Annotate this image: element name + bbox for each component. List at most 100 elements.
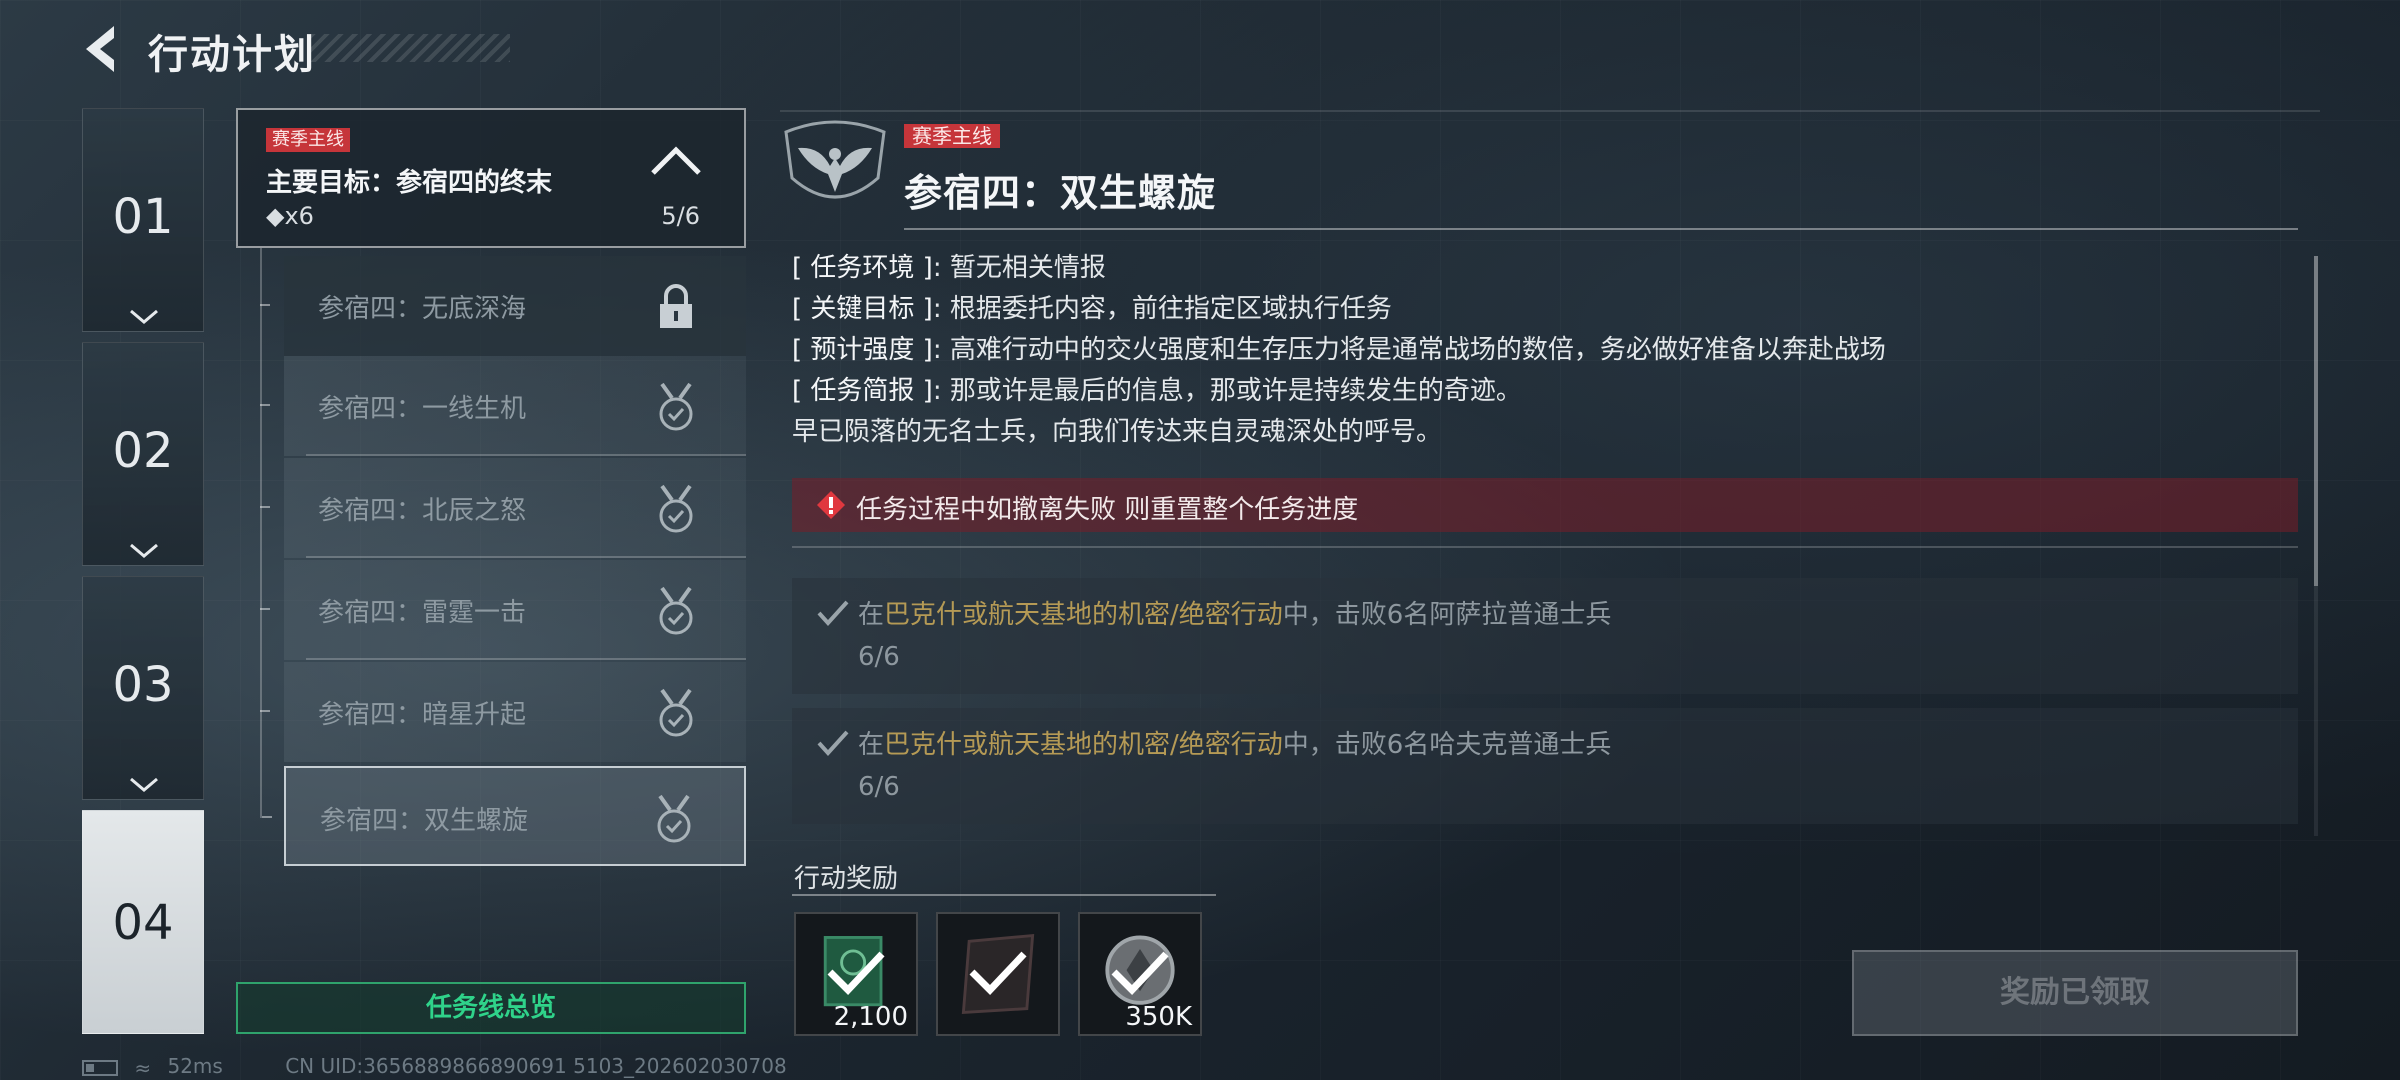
warning-text: 任务过程中如撤离失败 则重置整个任务进度 (856, 495, 1359, 525)
objective-highlight: 巴克什或航天基地的机密/绝密行动 (884, 600, 1283, 630)
chevron-down-icon (130, 777, 158, 792)
tree-node (260, 710, 270, 712)
objective-text: 在巴克什或航天基地的机密/绝密行动中，击败6名哈夫克普通士兵 (858, 724, 1611, 761)
divider (306, 658, 746, 660)
subquest-item[interactable]: 参宿四：无底深海 (260, 256, 746, 356)
main-quest-progress: 5/6 (661, 202, 700, 230)
info-key: [ 关键目标 ] (792, 294, 933, 324)
status-bar: ≈ 52ms CN UID:3656889866890691 5103_2026… (82, 1054, 787, 1080)
page-title: 行动计划 (148, 32, 316, 78)
objective-text: 在巴克什或航天基地的机密/绝密行动中，击败6名阿萨拉普通士兵 (858, 594, 1611, 631)
objective-suffix: 中，击败6名哈夫克普通士兵 (1282, 730, 1612, 760)
claimed-check-icon (1111, 951, 1169, 996)
completed-medal-icon (659, 688, 693, 737)
info-key: [ 预计强度 ] (792, 335, 933, 365)
objective-item: 在巴克什或航天基地的机密/绝密行动中，击败6名哈夫克普通士兵 6/6 (792, 708, 2298, 824)
main-quest-title: 主要目标：参宿四的终末 (266, 168, 553, 198)
back-button[interactable] (78, 22, 122, 76)
info-line: [ 任务环境 ]: 暂无相关情报 (792, 248, 1886, 289)
tree-node (260, 304, 270, 306)
reward-item[interactable]: 350K (1078, 912, 1202, 1036)
warning-banner: 任务过程中如撤离失败 则重置整个任务进度 (792, 478, 2298, 532)
info-value: : 那或许是最后的信息，那或许是持续发生的奇迹。 (932, 376, 1522, 406)
chapter-number: 02 (112, 423, 174, 479)
divider (792, 894, 1216, 896)
reward-quantity: 350K (1125, 1002, 1192, 1032)
subquest-item[interactable]: 参宿四：一线生机 (260, 356, 746, 456)
season-tag: 赛季主线 (266, 128, 350, 152)
subquest-label: 参宿四：双生螺旋 (320, 806, 529, 836)
battery-icon (82, 1059, 118, 1076)
quest-tree-line (260, 248, 262, 818)
subquest-label: 参宿四：一线生机 (318, 394, 527, 424)
divider (904, 228, 2298, 230)
objective-highlight: 巴克什或航天基地的机密/绝密行动 (884, 730, 1283, 760)
objective-progress: 6/6 (858, 642, 900, 672)
main-quest-count: ◆x6 (266, 202, 314, 230)
warning-icon (817, 491, 845, 519)
questline-overview-button[interactable]: 任务线总览 (236, 982, 746, 1034)
chevron-down-icon (130, 309, 158, 324)
chapter-tab-01[interactable]: 01 (82, 108, 204, 332)
tree-node (262, 816, 272, 818)
wifi-icon: ≈ (134, 1055, 152, 1080)
objective-prefix: 在 (858, 730, 885, 760)
subquest-item-selected[interactable]: 参宿四：双生螺旋 (262, 766, 746, 866)
subquest-label: 参宿四：北辰之怒 (318, 496, 527, 526)
reward-item[interactable] (936, 912, 1060, 1036)
divider (792, 546, 2298, 548)
checkmark-icon (817, 730, 849, 756)
chevron-down-icon (130, 543, 158, 558)
completed-medal-icon (659, 382, 693, 431)
subquest-label: 参宿四：暗星升起 (318, 700, 527, 730)
main-quest-card[interactable]: 赛季主线 主要目标：参宿四的终末 ◆x6 5/6 (236, 108, 746, 248)
tree-node (260, 506, 270, 508)
divider (306, 556, 746, 558)
info-value: : 暂无相关情报 (932, 253, 1106, 283)
chapter-number: 04 (112, 895, 174, 951)
chapter-tab-04[interactable]: 04 (82, 810, 204, 1034)
tree-node (260, 608, 270, 610)
info-line-extra: 早已陨落的无名士兵，向我们传达来自灵魂深处的呼号。 (792, 417, 1443, 447)
info-line: [ 任务简报 ]: 那或许是最后的信息，那或许是持续发生的奇迹。 (792, 371, 1886, 412)
claimed-check-icon (969, 951, 1027, 996)
info-key: [ 任务简报 ] (792, 376, 933, 406)
completed-medal-icon (657, 794, 691, 843)
subquest-label: 参宿四：无底深海 (318, 294, 527, 324)
info-value: : 高难行动中的交火强度和生存压力将是通常战场的数倍，务必做好准备以奔赴战场 (932, 335, 1886, 365)
info-key: [ 任务环境 ] (792, 253, 933, 283)
completed-medal-icon (659, 586, 693, 635)
scrollbar-thumb[interactable] (2314, 256, 2318, 586)
lock-icon (660, 284, 692, 328)
rewards-label: 行动奖励 (794, 864, 899, 894)
subquest-label: 参宿四：雷霆一击 (318, 598, 527, 628)
divider (306, 454, 746, 456)
season-tag: 赛季主线 (904, 124, 1000, 148)
objective-suffix: 中，击败6名阿萨拉普通士兵 (1282, 600, 1612, 630)
tree-node (260, 404, 270, 406)
info-line: [ 预计强度 ]: 高难行动中的交火强度和生存压力将是通常战场的数倍，务必做好准… (792, 330, 1886, 371)
uid-text: CN UID:3656889866890691 5103_20260203070… (285, 1054, 787, 1078)
title-decoration (310, 34, 510, 62)
completed-medal-icon (659, 484, 693, 533)
objective-item: 在巴克什或航天基地的机密/绝密行动中，击败6名阿萨拉普通士兵 6/6 (792, 578, 2298, 694)
objective-prefix: 在 (858, 600, 885, 630)
chapter-tab-03[interactable]: 03 (82, 576, 204, 800)
chevron-up-icon[interactable] (650, 146, 702, 176)
subquest-item[interactable]: 参宿四：暗星升起 (260, 662, 746, 762)
subquest-item[interactable]: 参宿四：北辰之怒 (260, 458, 746, 558)
info-value: : 根据委托内容，前往指定区域执行任务 (932, 294, 1392, 324)
mission-title: 参宿四：双生螺旋 (904, 171, 1217, 215)
reward-quantity: 2,100 (833, 1002, 908, 1032)
divider (780, 110, 2320, 112)
claimed-check-icon (827, 951, 885, 996)
checkmark-icon (817, 600, 849, 626)
back-arrow-icon (86, 26, 114, 72)
info-line: [ 关键目标 ]: 根据委托内容，前往指定区域执行任务 (792, 289, 1886, 330)
reward-item[interactable]: 2,100 (794, 912, 918, 1036)
subquest-item[interactable]: 参宿四：雷霆一击 (260, 560, 746, 660)
reward-claimed-button[interactable]: 奖励已领取 (1852, 950, 2298, 1036)
objective-progress: 6/6 (858, 772, 900, 802)
chapter-number: 01 (112, 189, 174, 245)
chapter-tab-02[interactable]: 02 (82, 342, 204, 566)
